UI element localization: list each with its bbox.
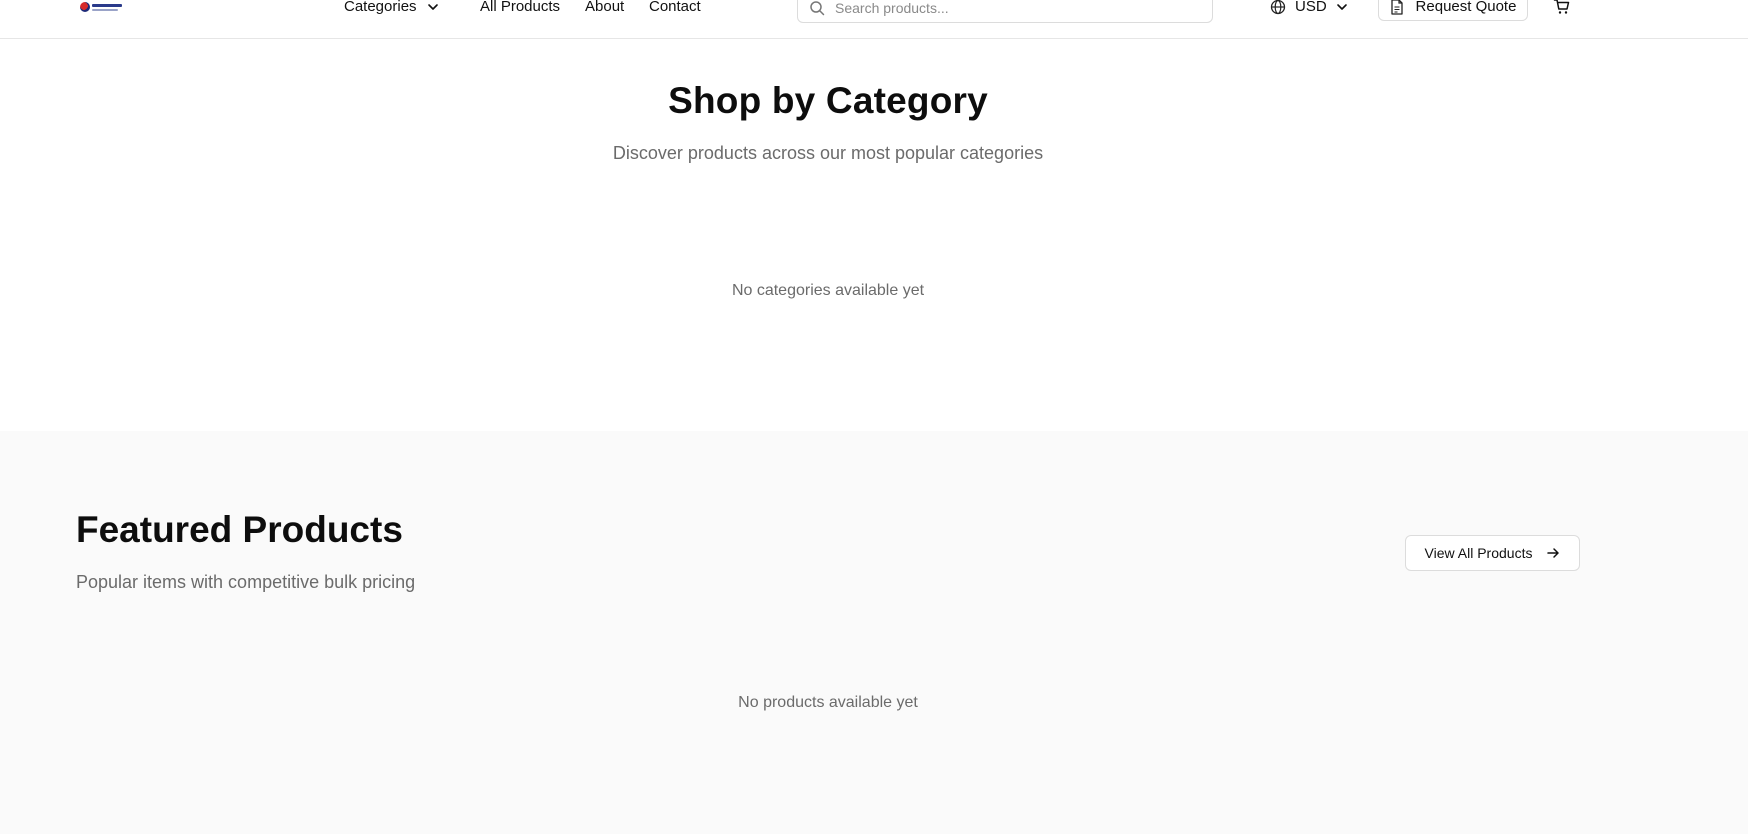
nav-contact-link[interactable]: Contact (649, 0, 701, 16)
document-icon (1390, 0, 1404, 15)
currency-selector[interactable]: USD (1270, 0, 1348, 16)
logo-emblem-icon (80, 2, 90, 12)
request-quote-label: Request Quote (1415, 0, 1517, 15)
featured-subtitle: Popular items with competitive bulk pric… (76, 572, 416, 592)
site-header: Categories All Products About Contact US… (0, 0, 1748, 39)
cart-icon[interactable] (1553, 0, 1571, 16)
search-box[interactable] (797, 0, 1213, 23)
arrow-right-icon (1546, 546, 1560, 560)
categories-empty-message: No categories available yet (731, 282, 925, 299)
chevron-down-icon (427, 1, 439, 13)
nav-all-products-link[interactable]: All Products (480, 0, 560, 16)
nav-categories-label: Categories (344, 0, 417, 15)
nav-categories-dropdown[interactable]: Categories (344, 0, 439, 16)
view-all-products-button[interactable]: View All Products (1405, 535, 1580, 571)
categories-subtitle: Discover products across our most popula… (612, 143, 1044, 163)
search-icon (809, 0, 825, 16)
currency-label: USD (1295, 0, 1327, 15)
featured-heading: Featured Products (76, 509, 403, 550)
featured-products-section: Featured Products Popular items with com… (0, 431, 1748, 834)
globe-icon (1270, 0, 1286, 15)
chevron-down-icon (1336, 1, 1348, 13)
nav-about-link[interactable]: About (585, 0, 624, 16)
site-logo[interactable] (80, 0, 124, 14)
products-empty-message: No products available yet (738, 694, 918, 711)
categories-heading: Shop by Category (668, 80, 988, 121)
view-all-products-label: View All Products (1424, 545, 1533, 561)
search-input[interactable] (835, 0, 1195, 16)
request-quote-button[interactable]: Request Quote (1378, 0, 1528, 21)
